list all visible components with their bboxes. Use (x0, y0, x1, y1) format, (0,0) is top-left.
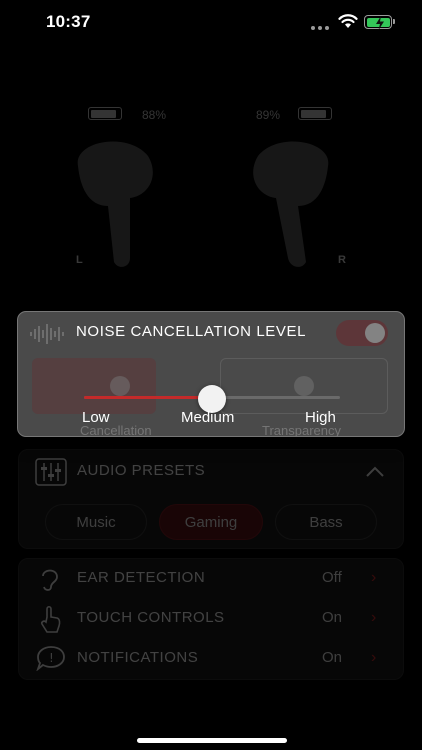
right-earbud-label: R (338, 254, 346, 266)
preset-chip-music[interactable]: Music (45, 504, 147, 540)
notifications-value: On (322, 649, 343, 666)
touch-icon (41, 605, 61, 633)
notifications-row[interactable]: ! NOTIFICATIONS On › (19, 639, 405, 679)
level-high-label[interactable]: High (305, 409, 336, 426)
preset-chip-gaming[interactable]: Gaming (159, 504, 263, 540)
level-low-label[interactable]: Low (82, 409, 110, 426)
audio-presets-title: AUDIO PRESETS (77, 462, 206, 479)
chat-bubble-icon: ! (36, 646, 65, 671)
noise-cancellation-title: NOISE CANCELLATION LEVEL (76, 323, 307, 340)
signal-dots-icon (311, 26, 329, 30)
chevron-right-icon: › (371, 609, 377, 626)
level-slider-fill (84, 396, 212, 399)
left-battery-icon (88, 107, 122, 120)
ear-detection-row[interactable]: EAR DETECTION Off › (19, 559, 405, 599)
notifications-label: NOTIFICATIONS (77, 649, 199, 666)
equalizer-icon (35, 458, 67, 486)
left-earbud-label: L (76, 254, 83, 266)
status-time: 10:37 (46, 12, 91, 31)
noise-cancellation-popup: NOISE CANCELLATION LEVEL Cancellation Tr… (17, 311, 405, 437)
right-battery-percent: 89% (256, 108, 281, 122)
ear-detection-value: Off (322, 569, 342, 586)
wifi-icon (338, 14, 358, 28)
right-earbud-image (253, 141, 329, 267)
noise-toggle[interactable] (336, 320, 388, 346)
person-icon (294, 376, 314, 396)
preset-chip-bass[interactable]: Bass (275, 504, 377, 540)
home-indicator[interactable] (137, 738, 287, 743)
cancellation-mode-box (32, 358, 156, 414)
settings-card: EAR DETECTION Off › TOUCH CONTROLS On › … (18, 558, 404, 680)
status-bar: 10:37 (0, 0, 422, 44)
chevron-right-icon: › (371, 649, 377, 666)
chevron-up-icon[interactable] (365, 466, 385, 478)
sound-wave-icon (30, 324, 64, 344)
touch-controls-value: On (322, 609, 343, 626)
ear-detection-label: EAR DETECTION (77, 569, 206, 586)
right-battery-icon (298, 107, 332, 120)
chevron-right-icon: › (371, 569, 377, 586)
level-medium-label[interactable]: Medium (181, 409, 234, 426)
battery-icon (364, 15, 395, 30)
person-icon (110, 376, 130, 396)
left-battery-percent: 88% (142, 108, 167, 122)
svg-text:!: ! (49, 651, 54, 665)
touch-controls-row[interactable]: TOUCH CONTROLS On › (19, 599, 405, 639)
touch-controls-label: TOUCH CONTROLS (77, 609, 225, 626)
audio-presets-card: AUDIO PRESETS Music Gaming Bass (18, 449, 404, 549)
ear-icon (42, 569, 58, 591)
